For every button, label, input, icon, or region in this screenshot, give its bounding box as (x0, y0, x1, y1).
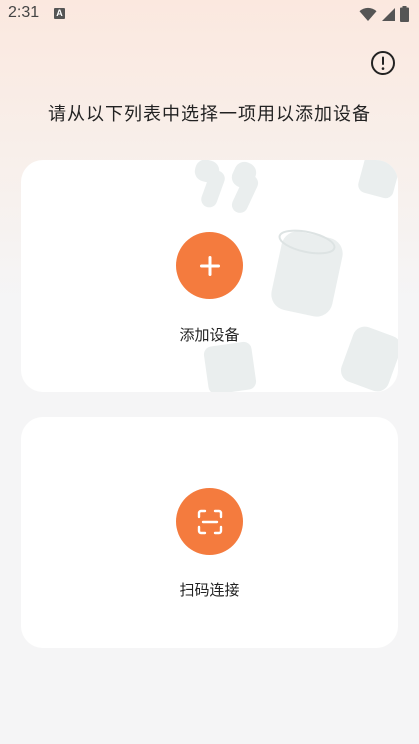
status-time: 2:31 (8, 4, 40, 21)
status-bar: 2:31 A (0, 0, 419, 30)
add-device-card[interactable]: 添加设备 (21, 160, 398, 392)
info-icon (371, 51, 395, 75)
info-button[interactable] (370, 50, 396, 76)
instruction-text: 请从以下列表中选择一项用以添加设备 (48, 104, 371, 125)
battery-icon (400, 6, 409, 22)
scan-connect-card[interactable]: 扫码连接 (21, 417, 398, 648)
status-icons (359, 5, 409, 23)
notification-badge-icon: A (54, 8, 65, 19)
scan-connect-button[interactable] (176, 488, 243, 555)
add-device-button[interactable] (176, 232, 243, 299)
plus-icon (199, 255, 220, 276)
wifi-icon (359, 7, 377, 21)
signal-icon (382, 7, 395, 21)
add-device-label: 添加设备 (179, 326, 240, 344)
scan-connect-label: 扫码连接 (179, 581, 240, 599)
scan-icon (197, 509, 222, 534)
